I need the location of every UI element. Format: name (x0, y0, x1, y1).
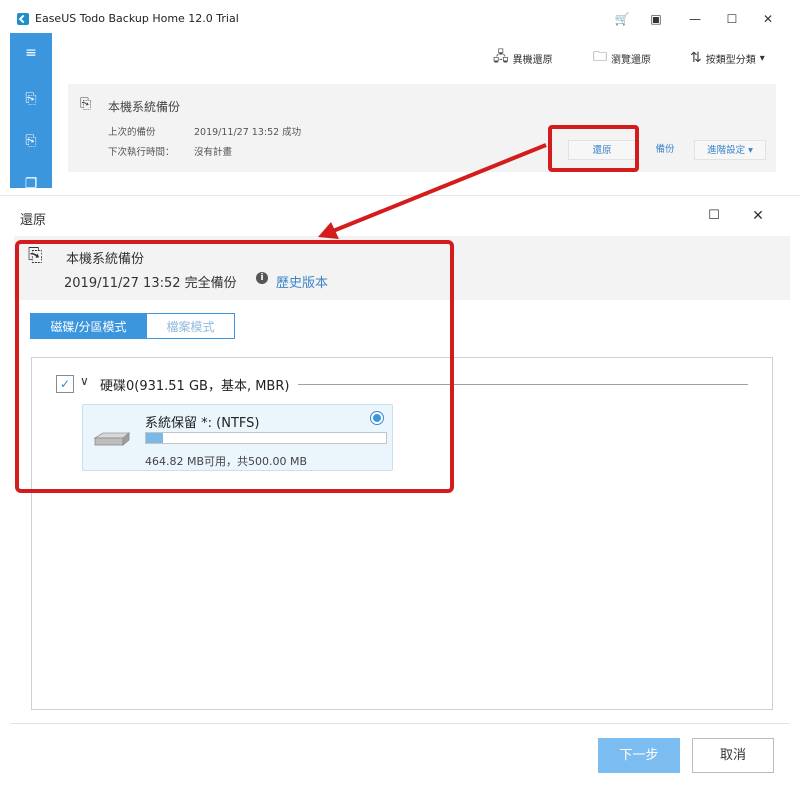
dialog-maximize-button[interactable]: ☐ (707, 209, 721, 223)
next-run-label: 下次執行時間： (108, 147, 175, 158)
browse-restore-button[interactable]: 🗀 瀏覽還原 (593, 48, 651, 68)
app-logo-icon (17, 13, 29, 25)
annotation-highlight-restore (548, 125, 639, 172)
window-mode-icon[interactable]: ▣ (646, 9, 666, 29)
dialog-title: 還原 (20, 213, 47, 228)
dialog-divider (0, 195, 800, 196)
dropdown-caret-icon: ▾ (759, 52, 765, 64)
disk-backup-icon[interactable]: ⎘ (23, 91, 39, 107)
dropdown-caret-icon: ▾ (748, 145, 753, 156)
sort-icon: ⇅ (690, 50, 702, 66)
file-backup-icon[interactable]: ❐ (23, 176, 39, 192)
advanced-settings-button[interactable]: 進階設定 ▾ (694, 140, 766, 160)
maximize-button[interactable]: ☐ (722, 9, 742, 29)
sort-by-type-button[interactable]: ⇅ 按類型分類 ▾ (690, 48, 765, 68)
remote-restore-label: 異機還原 (512, 54, 553, 66)
task-name: 本機系統備份 (108, 100, 181, 114)
browse-restore-label: 瀏覽還原 (611, 54, 651, 66)
footer-divider (10, 723, 790, 724)
backup-task-card: ⎘ 本機系統備份 上次的備份 2019/11/27 13:52 成功 下次執行時… (68, 84, 776, 172)
next-button[interactable]: 下一步 (598, 738, 680, 773)
menu-icon[interactable]: ≡ (23, 45, 39, 61)
app-title: EaseUS Todo Backup Home 12.0 Trial (35, 12, 239, 25)
close-button[interactable]: ✕ (758, 9, 778, 29)
cart-icon[interactable]: 🛒 (612, 9, 632, 29)
last-backup-label: 上次的備份 (108, 127, 156, 138)
minimize-button[interactable]: — (685, 9, 705, 29)
remote-restore-button[interactable]: 🖧 異機還原 (493, 48, 553, 68)
advanced-settings-label: 進階設定 (707, 145, 746, 156)
title-bar: EaseUS Todo Backup Home 12.0 Trial 🛒 ▣ —… (0, 0, 800, 34)
remote-computer-icon: 🖧 (493, 49, 509, 65)
next-run-value: 沒有計畫 (194, 147, 233, 158)
sidebar: ≡ ⎘ ⎘ ❐ (10, 33, 52, 192)
task-backup-button[interactable]: 備份 (640, 140, 690, 160)
last-backup-row: 上次的備份 2019/11/27 13:52 成功 (108, 124, 301, 138)
cancel-button[interactable]: 取消 (692, 738, 774, 773)
sort-by-type-label: 按類型分類 (705, 54, 756, 66)
system-backup-icon: ⎘ (80, 96, 92, 112)
annotation-highlight-dialog (15, 240, 454, 493)
next-run-row: 下次執行時間： 沒有計畫 (108, 144, 232, 158)
system-backup-icon[interactable]: ⎘ (23, 133, 39, 149)
folder-icon: 🗀 (593, 49, 607, 65)
last-backup-value: 2019/11/27 13:52 成功 (194, 127, 302, 138)
dialog-close-button[interactable]: ✕ (750, 208, 766, 224)
